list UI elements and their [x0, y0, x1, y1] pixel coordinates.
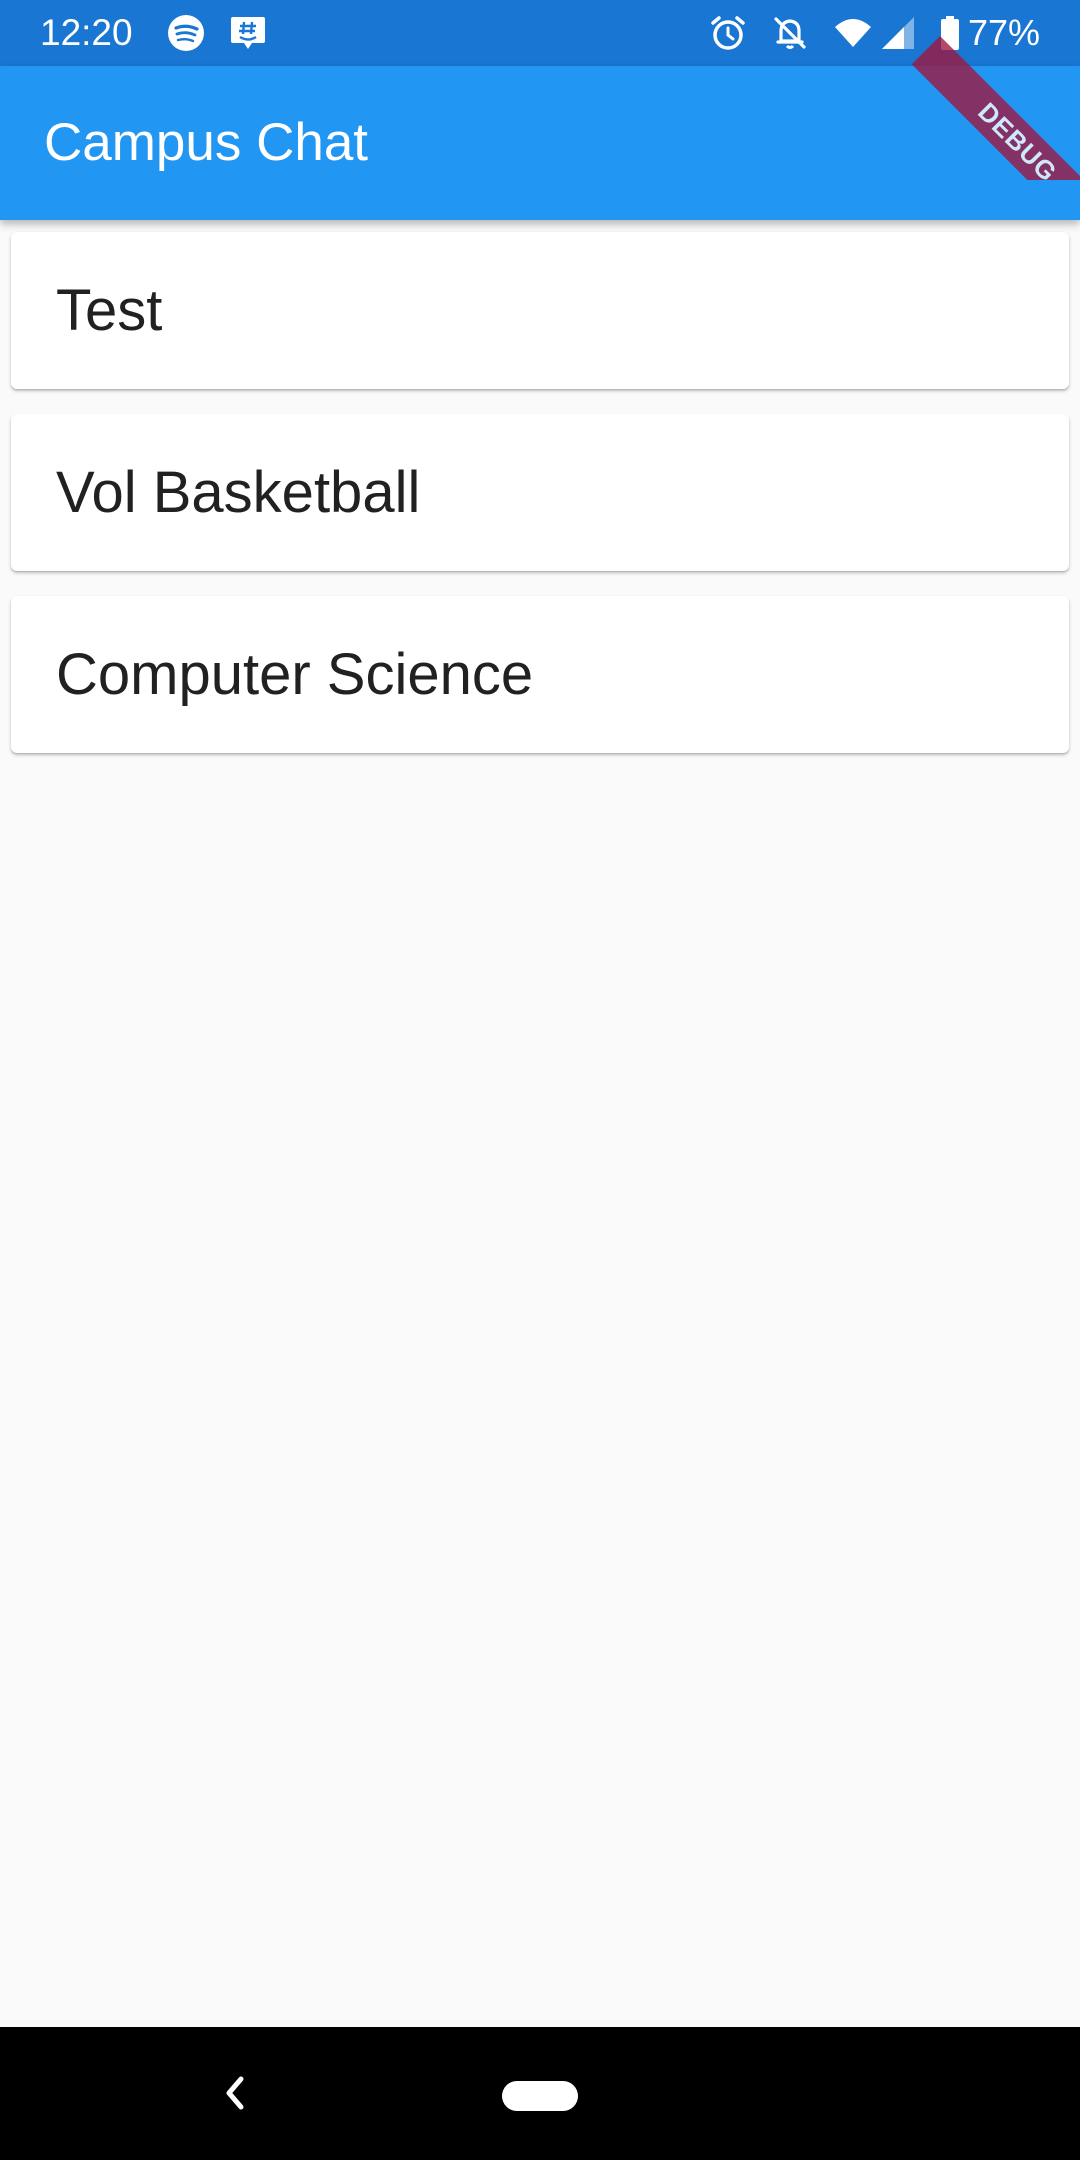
notifications-off-icon — [774, 17, 806, 49]
chat-list: Test Vol Basketball Computer Science — [11, 232, 1069, 778]
back-icon[interactable] — [215, 2063, 255, 2123]
battery-percentage: 77% — [968, 12, 1041, 53]
app-bar: Campus Chat — [0, 66, 1080, 220]
status-bar: 12:20 77% — [0, 0, 1080, 66]
app-screen: 12:20 77% Campus Chat DEBUG Test Vol Bas… — [0, 0, 1080, 2160]
wifi-icon — [835, 19, 871, 47]
chat-card-label: Computer Science — [56, 642, 534, 707]
spotify-icon — [168, 15, 204, 51]
status-time: 12:20 — [40, 12, 133, 53]
chat-card-label: Test — [56, 278, 163, 343]
chat-card-computer-science[interactable]: Computer Science — [11, 596, 1069, 753]
chat-card-label: Vol Basketball — [56, 460, 421, 525]
cell-signal-icon — [882, 17, 914, 49]
chat-card-test[interactable]: Test — [11, 232, 1069, 389]
battery-icon — [941, 16, 959, 50]
app-title: Campus Chat — [44, 113, 369, 172]
home-pill-button[interactable] — [502, 2081, 578, 2111]
groupme-icon — [231, 17, 265, 49]
alarm-icon — [711, 16, 745, 50]
chat-card-vol-basketball[interactable]: Vol Basketball — [11, 414, 1069, 571]
